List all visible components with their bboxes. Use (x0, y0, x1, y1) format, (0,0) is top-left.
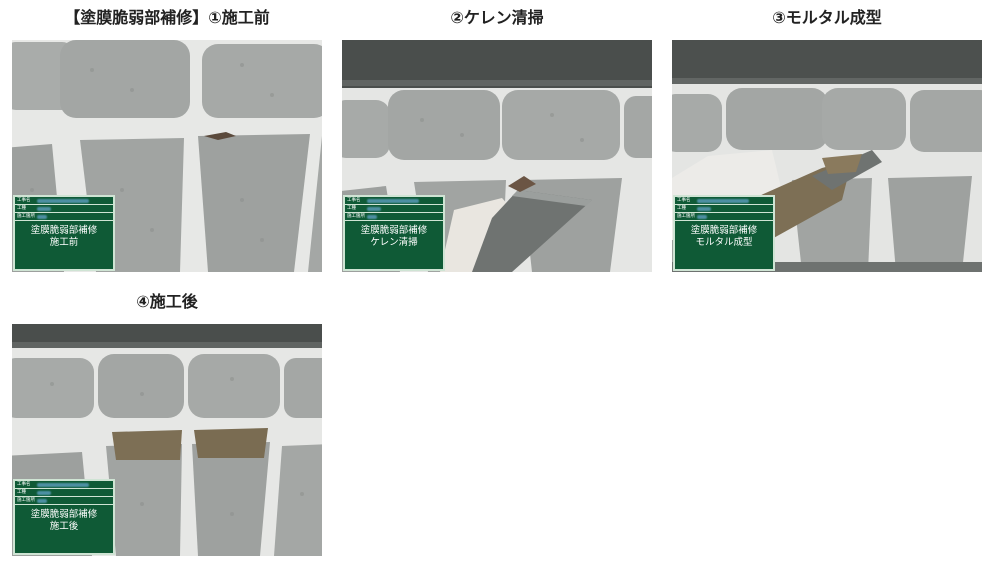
board-title-line1: 塗膜脆弱部補修 (30, 509, 98, 520)
board-key: 工種 (17, 206, 26, 211)
blurred-value (37, 207, 51, 211)
blurred-value (367, 207, 381, 211)
construction-signboard: 工事名 工種 施工箇所 塗膜脆弱部補修 施工後 (13, 479, 115, 555)
blurred-value (697, 215, 707, 219)
photo-caption: 【塗膜脆弱部補修】①施工前 (64, 8, 270, 27)
board-key: 工種 (347, 206, 356, 211)
board-title: 塗膜脆弱部補修 施工後 (15, 509, 113, 533)
board-title-line2: 施工前 (49, 237, 79, 248)
construction-signboard: 工事名 工種 施工箇所 塗膜脆弱部補修 ケレン清掃 (343, 195, 445, 271)
board-title-line1: 塗膜脆弱部補修 (690, 225, 758, 236)
board-key: 施工箇所 (17, 214, 35, 219)
board-row: 施工箇所 (15, 497, 113, 505)
construction-photo[interactable]: 工事名 工種 施工箇所 塗膜脆弱部補修 ケレン清掃 (342, 40, 652, 272)
board-row: 工種 (345, 205, 443, 213)
construction-photo[interactable]: 工事名 工種 施工箇所 塗膜脆弱部補修 施工後 (12, 324, 322, 556)
board-row: 工事名 (15, 197, 113, 205)
board-key: 工種 (677, 206, 686, 211)
board-title: 塗膜脆弱部補修 モルタル成型 (675, 225, 773, 249)
blurred-value (697, 199, 749, 203)
board-title-line2: モルタル成型 (695, 237, 753, 248)
blurred-value (367, 215, 377, 219)
board-row: 工種 (675, 205, 773, 213)
board-key: 工事名 (677, 198, 691, 203)
board-title-line1: 塗膜脆弱部補修 (30, 225, 98, 236)
board-title-line2: 施工後 (49, 521, 79, 532)
photo-caption: ②ケレン清掃 (450, 8, 544, 27)
blurred-value (37, 491, 51, 495)
board-key: 施工箇所 (347, 214, 365, 219)
blurred-value (37, 199, 89, 203)
photo-caption: ④施工後 (136, 292, 198, 311)
board-key: 施工箇所 (17, 498, 35, 503)
board-row: 工事名 (345, 197, 443, 205)
board-row: 工事名 (15, 481, 113, 489)
board-row: 施工箇所 (675, 213, 773, 221)
construction-photo[interactable]: 工事名 工種 施工箇所 塗膜脆弱部補修 施工前 (12, 40, 322, 272)
board-row: 工事名 (675, 197, 773, 205)
photo-caption: ③モルタル成型 (772, 8, 882, 27)
board-key: 工事名 (17, 198, 31, 203)
board-row: 施工箇所 (345, 213, 443, 221)
board-key: 施工箇所 (677, 214, 695, 219)
blurred-value (697, 207, 711, 211)
construction-photo[interactable]: 工事名 工種 施工箇所 塗膜脆弱部補修 モルタル成型 (672, 40, 982, 272)
board-key: 工事名 (17, 482, 31, 487)
blurred-value (37, 215, 47, 219)
blurred-value (367, 199, 419, 203)
blurred-value (37, 499, 47, 503)
board-title-line2: ケレン清掃 (370, 237, 418, 248)
board-row: 施工箇所 (15, 213, 113, 221)
board-row: 工種 (15, 489, 113, 497)
board-title: 塗膜脆弱部補修 ケレン清掃 (345, 225, 443, 249)
construction-signboard: 工事名 工種 施工箇所 塗膜脆弱部補修 施工前 (13, 195, 115, 271)
board-title-line1: 塗膜脆弱部補修 (360, 225, 428, 236)
board-key: 工事名 (347, 198, 361, 203)
board-title: 塗膜脆弱部補修 施工前 (15, 225, 113, 249)
blurred-value (37, 483, 89, 487)
construction-signboard: 工事名 工種 施工箇所 塗膜脆弱部補修 モルタル成型 (673, 195, 775, 271)
board-row: 工種 (15, 205, 113, 213)
board-key: 工種 (17, 490, 26, 495)
